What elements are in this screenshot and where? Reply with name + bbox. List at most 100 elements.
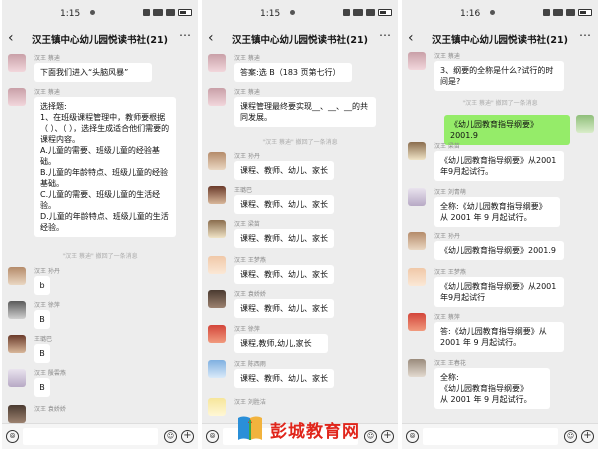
- message-bubble[interactable]: 全称:《幼儿园教育指导纲要》从 2001 年 9 月起试行。: [434, 197, 560, 227]
- avatar[interactable]: [408, 232, 426, 250]
- recall-notice: "汉王 蔡迪" 撤回了一条消息: [62, 253, 138, 260]
- avatar[interactable]: [208, 360, 226, 378]
- plus-icon[interactable]: +: [381, 430, 394, 443]
- message-list[interactable]: 汉王 蔡迪 3、纲要的全称是什么?试行的时间是? "汉王 蔡迪" 撤回了一条消息…: [402, 52, 598, 423]
- message-bubble[interactable]: 课程,教师,幼儿,家长: [234, 334, 328, 353]
- plus-icon[interactable]: +: [181, 430, 194, 443]
- message-bubble[interactable]: 《幼儿园教育指导纲要》从2001 年9月起试行: [434, 277, 564, 307]
- sender-name: 汉王 殷雲燕: [34, 370, 66, 377]
- sender-name: 汉王 蔡迪: [34, 89, 60, 96]
- status-time: 1:16: [460, 9, 481, 19]
- avatar[interactable]: [208, 220, 226, 238]
- message-bubble[interactable]: 3、纲要的全称是什么?试行的时间是?: [434, 61, 564, 91]
- message-list[interactable]: 汉王 蔡迪 下面我们进入“头脑风暴” 汉王 蔡迪 选择题: 1、在班级课程管理中…: [2, 52, 198, 423]
- plus-icon[interactable]: +: [581, 430, 594, 443]
- chat-screen-2: 1:15 ‹ 汉王镇中心幼儿园悦读书社(21) ⋯ 汉王 蔡迪 答案:选 B（1…: [202, 0, 398, 449]
- message-bubble[interactable]: 《幼儿园教育指导纲要》2001.9: [434, 241, 564, 260]
- status-time: 1:15: [60, 9, 81, 19]
- my-avatar[interactable]: [576, 115, 594, 133]
- chat-title: 汉王镇中心幼儿园悦读书社(21): [432, 35, 568, 46]
- sender-name: 汉王 徐萍: [234, 326, 260, 333]
- sender-name: 汉王 王梦燕: [434, 269, 466, 276]
- avatar[interactable]: [8, 369, 26, 387]
- sender-name: 汉王 袁娇娇: [234, 291, 266, 298]
- avatar[interactable]: [208, 54, 226, 72]
- my-message-bubble[interactable]: 《幼儿园教育指导纲要》2001.9: [444, 115, 570, 145]
- message-bubble[interactable]: 下面我们进入“头脑风暴”: [34, 63, 152, 82]
- avatar[interactable]: [8, 301, 26, 319]
- avatar[interactable]: [208, 256, 226, 274]
- chat-header: ‹ 汉王镇中心幼儿园悦读书社(21) ⋯: [2, 26, 198, 52]
- avatar[interactable]: [8, 54, 26, 72]
- message-input[interactable]: [23, 428, 158, 445]
- more-icon[interactable]: ⋯: [379, 28, 392, 42]
- message-bubble[interactable]: 课程、教师、幼儿、家长: [234, 265, 334, 284]
- avatar[interactable]: [208, 290, 226, 308]
- notification-dot: [290, 10, 295, 15]
- avatar[interactable]: [408, 142, 426, 160]
- status-time: 1:15: [260, 9, 281, 19]
- avatar[interactable]: [208, 152, 226, 170]
- more-icon[interactable]: ⋯: [579, 28, 592, 42]
- avatar[interactable]: [8, 267, 26, 285]
- sender-name: 汉王 陈西雨: [234, 361, 266, 368]
- back-icon[interactable]: ‹: [208, 30, 214, 46]
- more-icon[interactable]: ⋯: [179, 28, 192, 42]
- avatar[interactable]: [408, 268, 426, 286]
- voice-icon[interactable]: ⦾: [6, 430, 19, 443]
- sender-name: 汉王 孙丹: [434, 233, 460, 240]
- emoji-icon[interactable]: ☺: [564, 430, 577, 443]
- back-icon[interactable]: ‹: [8, 30, 14, 46]
- avatar[interactable]: [208, 186, 226, 204]
- sender-name: 汉王 刘青萌: [434, 189, 466, 196]
- message-bubble[interactable]: 答案:选 B（183 页第七行）: [234, 63, 352, 82]
- emoji-icon[interactable]: ☺: [164, 430, 177, 443]
- battery-icon: [178, 9, 192, 16]
- message-bubble[interactable]: B: [34, 378, 50, 397]
- battery-icon: [378, 9, 392, 16]
- avatar[interactable]: [408, 313, 426, 331]
- message-bubble[interactable]: 答:《幼儿园教育指导纲要》从 2001 年 9 月起试行。: [434, 322, 564, 352]
- recall-notice: "汉王 蔡迪" 撤回了一条消息: [262, 139, 338, 146]
- avatar[interactable]: [208, 398, 226, 416]
- avatar[interactable]: [408, 52, 426, 70]
- message-bubble[interactable]: B: [34, 344, 50, 363]
- avatar[interactable]: [8, 335, 26, 353]
- message-bubble[interactable]: 课程、教师、幼儿、家长: [234, 161, 334, 180]
- avatar[interactable]: [208, 325, 226, 343]
- message-input[interactable]: [423, 428, 558, 445]
- voice-icon[interactable]: ⦾: [206, 430, 219, 443]
- avatar[interactable]: [8, 405, 26, 423]
- chat-header: ‹ 汉王镇中心幼儿园悦读书社(21) ⋯: [202, 26, 398, 52]
- message-bubble[interactable]: B: [34, 310, 50, 329]
- message-bubble[interactable]: 课程、教师、幼儿、家长: [234, 229, 334, 248]
- notification-dot: [90, 10, 95, 15]
- avatar[interactable]: [8, 88, 26, 106]
- avatar[interactable]: [408, 188, 426, 206]
- avatar[interactable]: [208, 88, 226, 106]
- sender-name: 汉王 袁娇娇: [34, 406, 66, 413]
- avatar[interactable]: [408, 359, 426, 377]
- voice-icon[interactable]: ⦾: [406, 430, 419, 443]
- message-bubble[interactable]: 课程、教师、幼儿、家长: [234, 195, 334, 214]
- chat-screen-1: 1:15 ‹ 汉王镇中心幼儿园悦读书社(21) ⋯ 汉王 蔡迪 下面我们进入“头…: [2, 0, 198, 449]
- status-bar: 1:15: [202, 0, 398, 26]
- message-bubble[interactable]: 全称: 《幼儿园教育指导纲要》 从 2001 年 9 月起试行。: [434, 368, 550, 409]
- back-icon[interactable]: ‹: [408, 30, 414, 46]
- message-list[interactable]: 汉王 蔡迪 答案:选 B（183 页第七行） 汉王 蔡迪 课程管理最终要实现__…: [202, 52, 398, 423]
- message-bubble[interactable]: 选择题: 1、在班级课程管理中，教师要根据（ ）、（ ），选择生成适合他们需要的…: [34, 97, 176, 237]
- chat-title: 汉王镇中心幼儿园悦读书社(21): [232, 35, 368, 46]
- status-icons: [343, 9, 392, 16]
- message-bubble[interactable]: 课程、教师、幼儿、家长: [234, 369, 334, 388]
- chat-header: ‹ 汉王镇中心幼儿园悦读书社(21) ⋯: [402, 26, 598, 52]
- message-bubble[interactable]: b: [34, 276, 50, 295]
- message-bubble[interactable]: 课程管理最终要实现__、__、__的共同发展。: [234, 97, 376, 127]
- battery-icon: [578, 9, 592, 16]
- sender-name: 汉王 蔡迪: [34, 55, 60, 62]
- sender-name: 汉王 蔡迪: [434, 53, 460, 60]
- message-bubble[interactable]: 《幼儿园教育指导纲要》从2001 年9月起试行。: [434, 151, 564, 181]
- message-bubble[interactable]: 课程、教师、幼儿、家长: [234, 299, 334, 318]
- status-bar: 1:16: [402, 0, 598, 26]
- book-logo-icon: [238, 416, 262, 440]
- sender-name: 汉王 刘胜洁: [234, 399, 266, 406]
